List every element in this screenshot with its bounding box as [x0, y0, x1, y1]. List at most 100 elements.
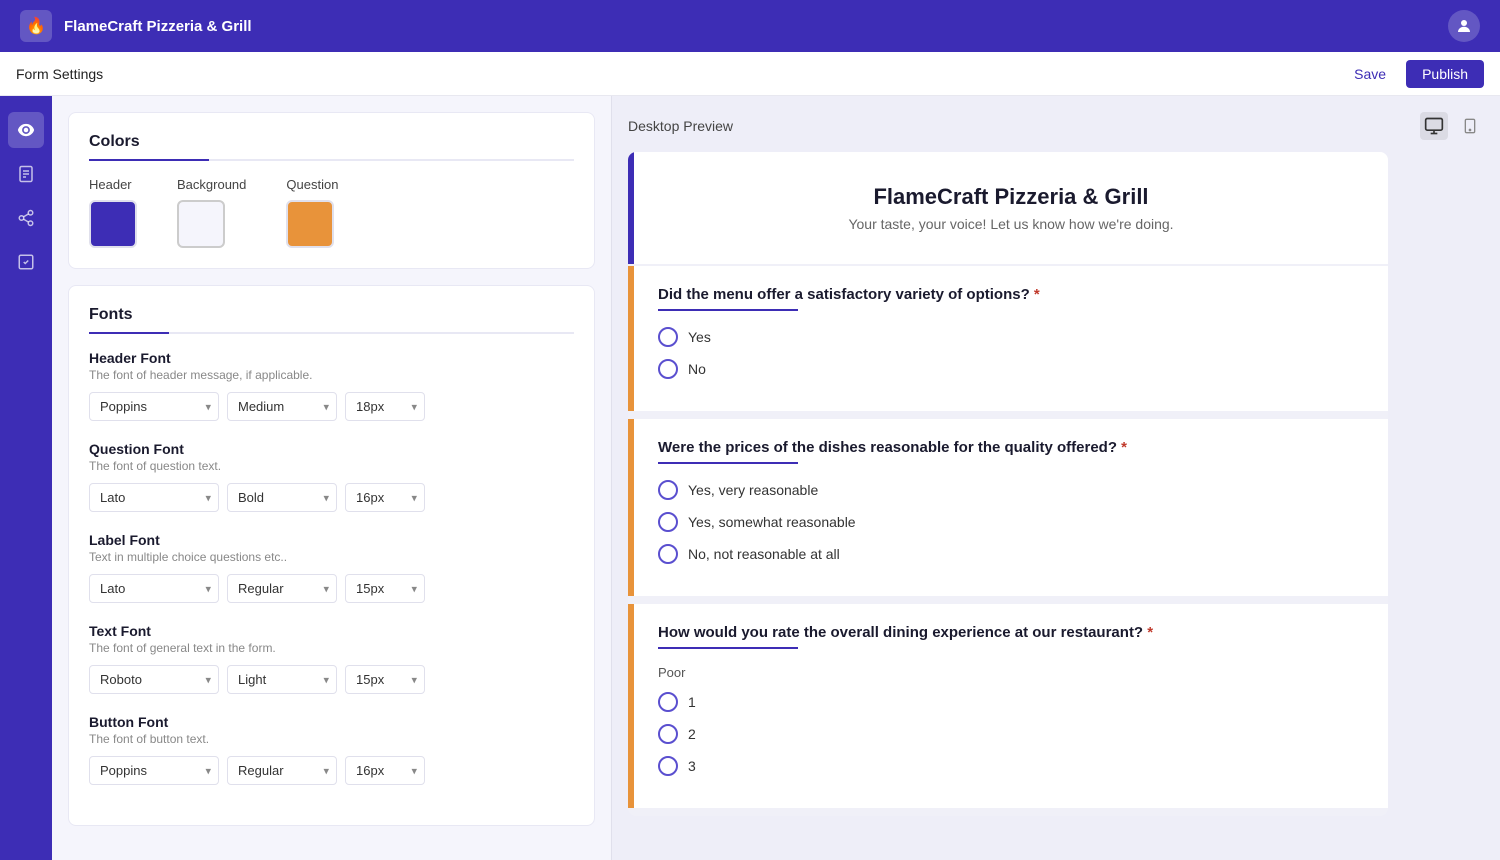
radio-option-no[interactable] — [658, 359, 678, 379]
survey-subtitle: Your taste, your voice! Let us know how … — [658, 216, 1364, 232]
option-label-q2-3: No, not reasonable at all — [688, 546, 840, 562]
question-card-2: Were the prices of the dishes reasonable… — [628, 419, 1388, 596]
button-font-size-wrapper: 12px14px16px18px20px — [345, 756, 425, 785]
radio-q2-opt1[interactable] — [658, 480, 678, 500]
option-label-q2-1: Yes, very reasonable — [688, 482, 818, 498]
text-font-size-select[interactable]: 12px14px15px16px18px — [345, 665, 425, 694]
color-row: Header Background Question — [89, 177, 574, 248]
preview-area: Desktop Preview FlameCraft Pizzeria & Gr… — [612, 96, 1500, 860]
button-font-weight-select[interactable]: LightRegularMediumBold — [227, 756, 337, 785]
option-item: 3 — [658, 756, 1364, 776]
question-text-1: Did the menu offer a satisfactory variet… — [658, 286, 1364, 303]
question-font-weight-wrapper: LightRegularMediumBold — [227, 483, 337, 512]
question-card-3: How would you rate the overall dining ex… — [628, 604, 1388, 808]
text-font-weight-select[interactable]: LightRegularMediumBold — [227, 665, 337, 694]
sidebar-item-responses[interactable] — [8, 244, 44, 280]
option-item: Yes, somewhat reasonable — [658, 512, 1364, 532]
survey-header-card: FlameCraft Pizzeria & Grill Your taste, … — [628, 152, 1388, 264]
question-font-weight-select[interactable]: LightRegularMediumBold — [227, 483, 337, 512]
option-label-no: No — [688, 361, 706, 377]
header-font-title: Header Font — [89, 350, 574, 366]
header-font-desc: The font of header message, if applicabl… — [89, 368, 574, 382]
button-font-controls: PoppinsRobotoLatoOpen Sans LightRegularM… — [89, 756, 574, 785]
radio-option-yes[interactable] — [658, 327, 678, 347]
publish-button[interactable]: Publish — [1406, 60, 1484, 88]
text-font-family-wrapper: PoppinsRobotoLatoOpen Sans — [89, 665, 219, 694]
text-font-group: Text Font The font of general text in th… — [89, 623, 574, 694]
save-button[interactable]: Save — [1346, 62, 1394, 86]
header-font-size-wrapper: 12px14px16px18px20px — [345, 392, 425, 421]
question-font-group: Question Font The font of question text.… — [89, 441, 574, 512]
mobile-view-icon[interactable] — [1456, 112, 1484, 140]
button-font-weight-wrapper: LightRegularMediumBold — [227, 756, 337, 785]
radio-q2-opt3[interactable] — [658, 544, 678, 564]
sidebar-icons — [0, 96, 52, 860]
background-color-item: Background — [177, 177, 246, 248]
radio-q2-opt2[interactable] — [658, 512, 678, 532]
preview-header: Desktop Preview — [628, 112, 1484, 140]
option-item: Yes, very reasonable — [658, 480, 1364, 500]
button-font-group: Button Font The font of button text. Pop… — [89, 714, 574, 785]
radio-q3-opt2[interactable] — [658, 724, 678, 744]
label-font-weight-select[interactable]: LightRegularMediumBold — [227, 574, 337, 603]
option-label-yes: Yes — [688, 329, 711, 345]
question-text-3: How would you rate the overall dining ex… — [658, 624, 1364, 641]
question-font-size-wrapper: 12px14px16px18px20px — [345, 483, 425, 512]
label-font-weight-wrapper: LightRegularMediumBold — [227, 574, 337, 603]
question-font-family-select[interactable]: PoppinsRobotoLatoOpen Sans — [89, 483, 219, 512]
label-font-size-select[interactable]: 12px14px15px16px18px — [345, 574, 425, 603]
desktop-view-icon[interactable] — [1420, 112, 1448, 140]
label-font-family-wrapper: PoppinsRobotoLatoOpen Sans — [89, 574, 219, 603]
survey-container: FlameCraft Pizzeria & Grill Your taste, … — [628, 152, 1388, 816]
header-font-family-select[interactable]: PoppinsRobotoLatoOpen Sans — [89, 392, 219, 421]
header-actions: Save Publish — [1346, 60, 1484, 88]
text-font-size-wrapper: 12px14px15px16px18px — [345, 665, 425, 694]
label-font-family-select[interactable]: PoppinsRobotoLatoOpen Sans — [89, 574, 219, 603]
app-title: FlameCraft Pizzeria & Grill — [64, 18, 1448, 35]
header-color-swatch[interactable] — [89, 200, 137, 248]
sidebar-item-documents[interactable] — [8, 156, 44, 192]
colors-card: Colors Header Background Question — [68, 112, 595, 269]
fonts-title: Fonts — [89, 306, 574, 324]
text-font-title: Text Font — [89, 623, 574, 639]
option-label-q3-1: 1 — [688, 694, 696, 710]
sidebar-item-share[interactable] — [8, 200, 44, 236]
header-font-weight-select[interactable]: LightRegularMediumBold — [227, 392, 337, 421]
option-item: 1 — [658, 692, 1364, 712]
button-font-family-select[interactable]: PoppinsRobotoLatoOpen Sans — [89, 756, 219, 785]
survey-name: FlameCraft Pizzeria & Grill — [658, 184, 1364, 210]
form-settings-title: Form Settings — [16, 66, 103, 82]
text-font-weight-wrapper: LightRegularMediumBold — [227, 665, 337, 694]
button-font-family-wrapper: PoppinsRobotoLatoOpen Sans — [89, 756, 219, 785]
sidebar-item-settings[interactable] — [8, 112, 44, 148]
question-divider-3 — [658, 647, 798, 649]
radio-q3-opt3[interactable] — [658, 756, 678, 776]
question-font-title: Question Font — [89, 441, 574, 457]
background-color-label: Background — [177, 177, 246, 192]
question-font-size-select[interactable]: 12px14px16px18px20px — [345, 483, 425, 512]
question-font-family-wrapper: PoppinsRobotoLatoOpen Sans — [89, 483, 219, 512]
text-font-family-select[interactable]: PoppinsRobotoLatoOpen Sans — [89, 665, 219, 694]
header-font-size-select[interactable]: 12px14px16px18px20px — [345, 392, 425, 421]
label-font-controls: PoppinsRobotoLatoOpen Sans LightRegularM… — [89, 574, 574, 603]
option-item: 2 — [658, 724, 1364, 744]
button-font-size-select[interactable]: 12px14px16px18px20px — [345, 756, 425, 785]
background-color-swatch[interactable] — [177, 200, 225, 248]
preview-device-icons — [1420, 112, 1484, 140]
main-layout: Colors Header Background Question Fonts — [0, 96, 1500, 860]
question-color-item: Question — [286, 177, 338, 248]
radio-q3-opt1[interactable] — [658, 692, 678, 712]
option-item: Yes — [658, 327, 1364, 347]
question-color-swatch[interactable] — [286, 200, 334, 248]
label-font-size-wrapper: 12px14px15px16px18px — [345, 574, 425, 603]
question-divider-2 — [658, 462, 798, 464]
label-font-desc: Text in multiple choice questions etc.. — [89, 550, 574, 564]
colors-title: Colors — [89, 133, 574, 151]
preview-title: Desktop Preview — [628, 118, 733, 134]
user-avatar-icon[interactable] — [1448, 10, 1480, 42]
option-label-q3-3: 3 — [688, 758, 696, 774]
option-label-q2-2: Yes, somewhat reasonable — [688, 514, 856, 530]
question-divider-1 — [658, 309, 798, 311]
header-font-family-wrapper: PoppinsRobotoLatoOpen Sans — [89, 392, 219, 421]
question-font-controls: PoppinsRobotoLatoOpen Sans LightRegularM… — [89, 483, 574, 512]
